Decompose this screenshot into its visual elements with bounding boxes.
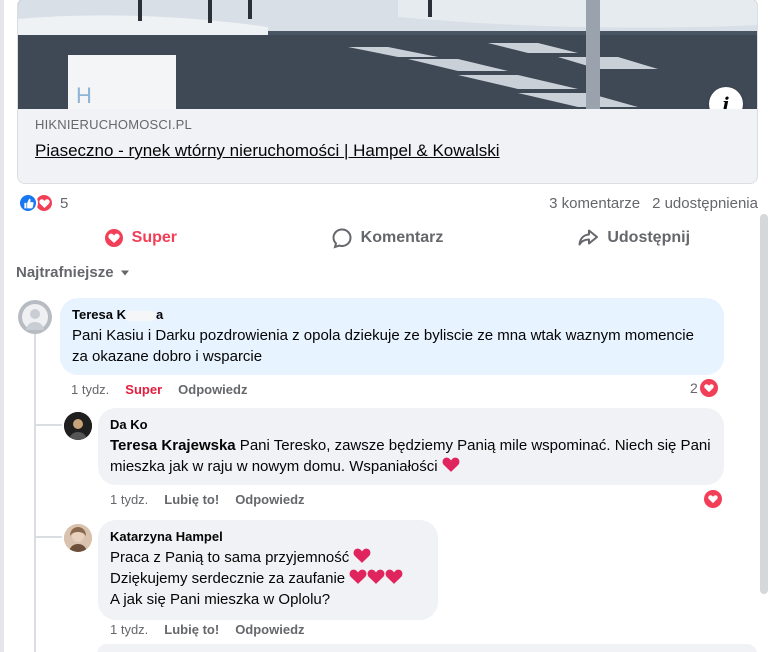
reactions-summary: 5 3 komentarze 2 udostępnienia [18,192,758,214]
shares-count[interactable]: 2 udostępnienia [652,195,758,212]
red-heart-icon [354,548,371,563]
super-button[interactable]: Super [17,220,264,256]
like-link[interactable]: Lubię to! [164,622,219,637]
comment-label: Komentarz [360,229,444,246]
comment-reactions[interactable]: 2 [690,379,718,397]
comment-icon [332,228,352,249]
love-reaction-icon [104,229,123,247]
reply-meta: 1 tydz. Lubię to! Odpowiedz [110,492,305,507]
avatar[interactable] [18,300,52,334]
reply-author[interactable]: Katarzyna Hampel [110,529,426,544]
avatar[interactable] [64,412,92,440]
share-icon [578,229,599,246]
link-preview-card[interactable]: H i HIKNIERUCHOMOSCI.PL Piaseczno - ryne… [17,0,758,184]
engagement-counts: 3 komentarze 2 udostępnienia [549,195,758,212]
share-button[interactable]: Udostępnij [510,220,757,256]
reply-reactions[interactable] [704,490,722,508]
thread-branch [36,536,62,538]
comments-count[interactable]: 3 komentarze [549,195,640,212]
reply-bubble-partial [97,644,757,652]
super-label: Super [131,229,177,246]
link-title[interactable]: Piaseczno - rynek wtórny nieruchomości |… [35,141,742,161]
reply-text: Teresa Krajewska Pani Teresko, zawsze bę… [110,437,711,475]
comment-bubble: Teresa Ka Pani Kasiu i Darku pozdrowieni… [60,298,724,375]
reply-bubble: Da Ko Teresa Krajewska Pani Teresko, zaw… [98,408,724,485]
share-label: Udostępnij [607,229,691,246]
redacted-name [125,310,156,321]
reply-time[interactable]: 1 tydz. [110,492,148,507]
like-icon [18,193,38,213]
left-edge [0,0,4,652]
reply-link[interactable]: Odpowiedz [235,622,304,637]
reply-time[interactable]: 1 tydz. [110,622,148,637]
red-heart-icon [349,569,367,584]
link-preview-image[interactable]: H [18,0,757,109]
caret-down-icon [120,270,129,275]
love-icon [704,490,722,508]
reply-link[interactable]: Odpowiedz [235,492,304,507]
red-heart-icon [442,457,460,472]
reply-link[interactable]: Odpowiedz [178,382,247,397]
red-heart-icon [385,569,403,584]
red-heart-icon [367,569,385,584]
comment-meta: 1 tydz. Super Odpowiedz [71,382,247,397]
comment-sort-dropdown[interactable]: Najtrafniejsze [16,264,130,281]
svg-text:H: H [76,83,92,108]
post-actions: Super Komentarz Udostępnij [17,220,757,256]
reaction-icons[interactable] [18,193,54,213]
comment-time[interactable]: 1 tydz. [71,382,109,397]
comment-reaction-count: 2 [690,380,698,396]
link-preview-text[interactable]: HIKNIERUCHOMOSCI.PL Piaseczno - rynek wt… [18,109,757,183]
reply-text: Praca z Panią to sama przyjemność Dzięku… [110,547,426,610]
sort-label: Najtrafniejsze [16,264,114,281]
reply-bubble: Katarzyna Hampel Praca z Panią to sama p… [98,520,438,620]
facebook-post: H i HIKNIERUCHOMOSCI.PL Piaseczno - ryne… [0,0,768,652]
super-reaction-link[interactable]: Super [125,382,162,397]
thread-branch [34,396,36,426]
reaction-count[interactable]: 5 [60,195,68,212]
like-link[interactable]: Lubię to! [164,492,219,507]
reply-author[interactable]: Da Ko [110,417,712,432]
link-domain: HIKNIERUCHOMOSCI.PL [35,117,192,132]
scrollbar[interactable] [760,214,768,594]
reply-meta: 1 tydz. Lubię to! Odpowiedz [110,622,305,637]
comment-author[interactable]: Teresa Ka [72,307,712,322]
thread-line [34,334,36,652]
thread-branch [36,424,62,426]
avatar[interactable] [64,524,92,552]
love-icon [699,379,718,397]
comment-text: Pani Kasiu i Darku pozdrowienia z opola … [72,327,694,365]
mention-link[interactable]: Teresa Krajewska [110,437,236,454]
comment-button[interactable]: Komentarz [264,220,511,256]
